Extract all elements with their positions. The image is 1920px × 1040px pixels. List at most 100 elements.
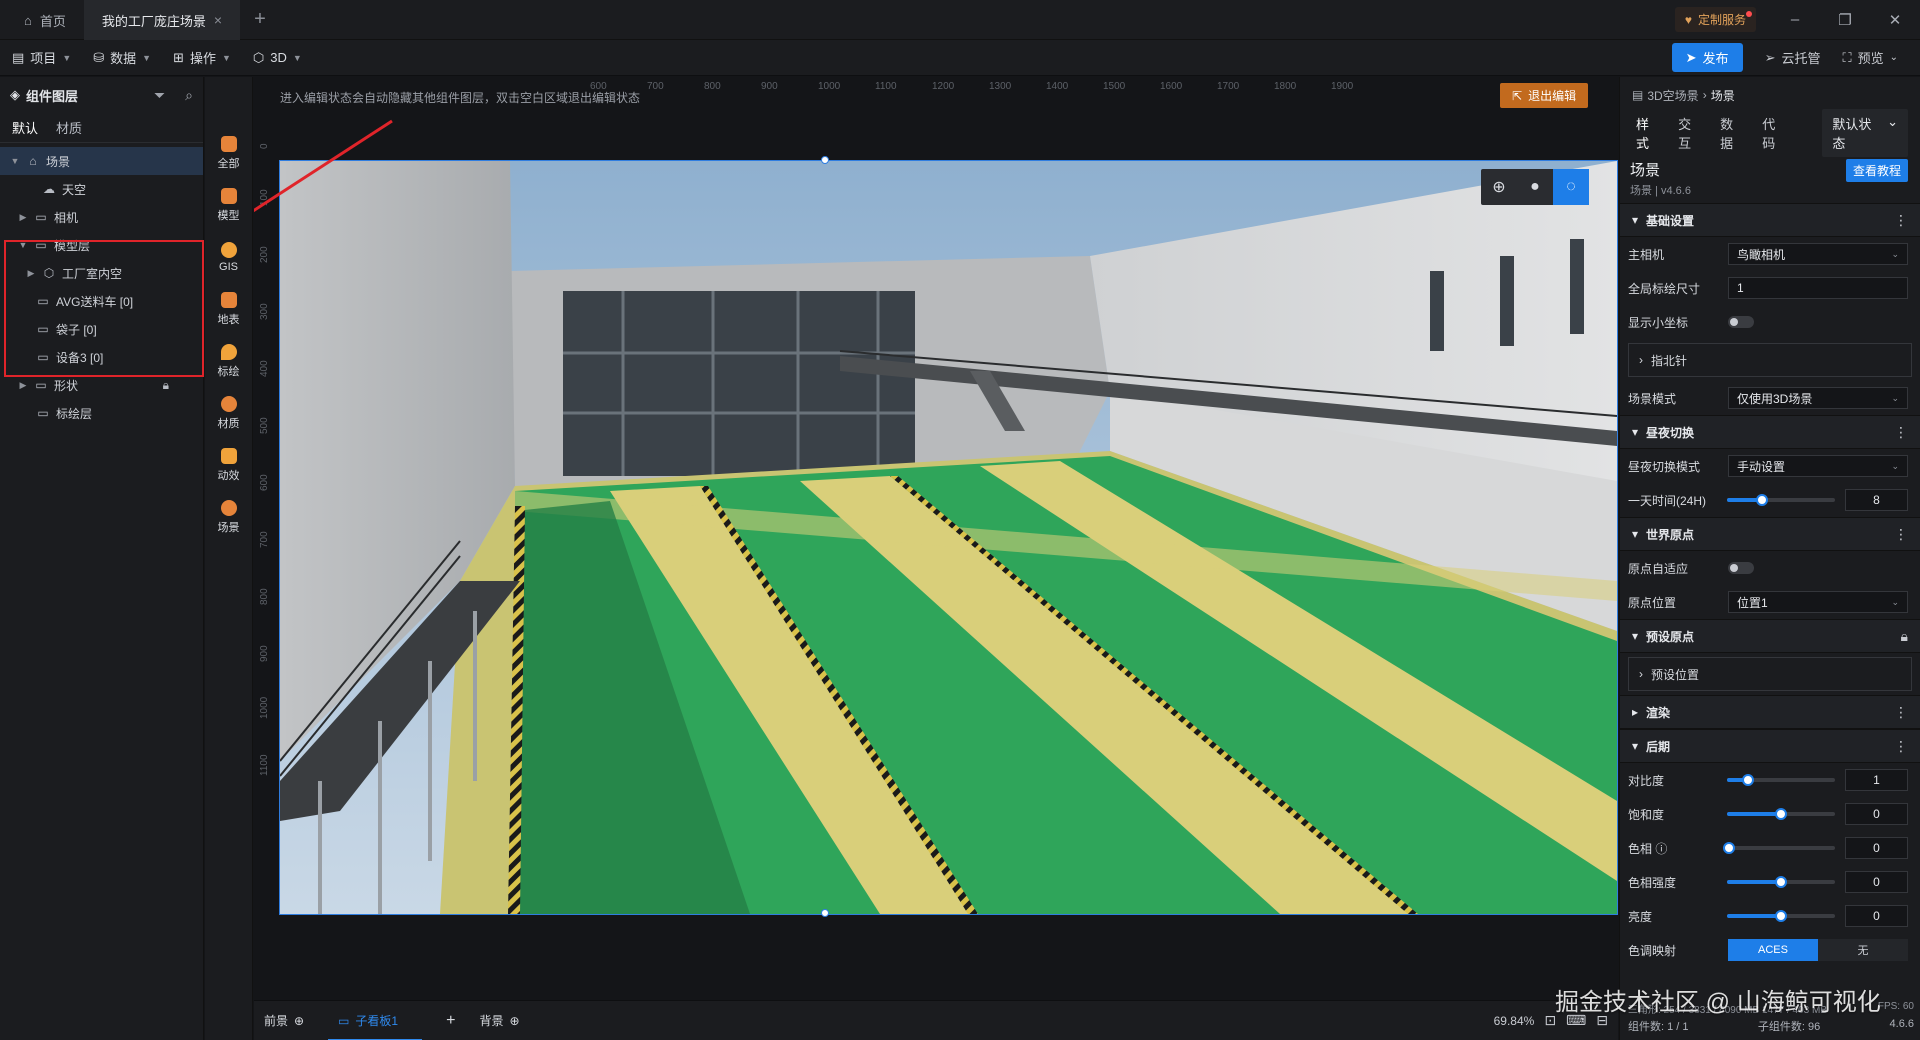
more-icon[interactable]: ⋮: [1894, 526, 1908, 543]
exit-edit-button[interactable]: ⇱ 退出编辑: [1500, 83, 1589, 108]
category-plot[interactable]: 标绘: [205, 335, 252, 387]
tree-node-device3[interactable]: ▭ 设备3 [0]: [0, 343, 203, 371]
filter-icon[interactable]: ⏷: [154, 87, 165, 104]
menu-project[interactable]: ▤ 项目 ▼: [12, 48, 71, 67]
tree-node-scene[interactable]: ▼ ⌂ 场景: [0, 147, 203, 175]
lock-icon[interactable]: 🔒︎: [1901, 628, 1908, 645]
minimize-button[interactable]: –: [1770, 0, 1820, 39]
more-icon[interactable]: ⋮: [1894, 738, 1908, 755]
section-render[interactable]: ▸ 渲染 ⋮: [1620, 695, 1920, 729]
caret-right-icon[interactable]: ▶: [18, 380, 28, 391]
canvas-area[interactable]: 600 700 800 900 1000 1100 1200 1300 1400 1500 1600…: [254, 77, 1618, 1000]
tab-scene[interactable]: 我的工厂庞庄场景 ×: [83, 0, 241, 40]
main-camera-select[interactable]: 鸟瞰相机 ⌄: [1728, 243, 1908, 265]
daytime-slider[interactable]: [1726, 494, 1835, 506]
contrast-slider[interactable]: [1726, 774, 1835, 786]
caret-right-icon[interactable]: ▶: [26, 268, 36, 279]
section-world-origin[interactable]: ▾ 世界原点 ⋮: [1620, 517, 1920, 551]
help-icon[interactable]: ⓘ: [1655, 842, 1667, 856]
preset-position-collapse[interactable]: › 预设位置: [1628, 657, 1912, 691]
tab-home[interactable]: ⌂ 首页: [0, 0, 84, 40]
slider-knob[interactable]: [1742, 774, 1755, 786]
foreground-tab[interactable]: 前景 ⊕: [264, 1012, 304, 1029]
tree-node-bag[interactable]: ▭ 袋子 [0]: [0, 315, 203, 343]
tab-interaction[interactable]: 交互: [1678, 114, 1702, 152]
breadcrumb-parent[interactable]: 3D空场景: [1647, 87, 1698, 104]
contrast-input[interactable]: 1: [1844, 769, 1908, 791]
category-terrain[interactable]: 地表: [205, 283, 252, 335]
hue-slider[interactable]: [1722, 842, 1835, 854]
board-tab-1[interactable]: ▭ 子看板1: [328, 1000, 423, 1040]
tab-style[interactable]: 样式: [1636, 114, 1660, 152]
tonemap-aces[interactable]: ACES: [1728, 939, 1818, 961]
slider-knob[interactable]: [1756, 494, 1769, 506]
tree-node-plot-layer[interactable]: ▭ 标绘层: [0, 399, 203, 427]
category-material[interactable]: 材质: [205, 387, 252, 439]
scene-mode-select[interactable]: 仅使用3D场景 ⌄: [1728, 387, 1908, 409]
tutorial-button[interactable]: 查看教程: [1845, 159, 1908, 182]
tab-data[interactable]: 数据: [1720, 114, 1744, 152]
menu-3d[interactable]: ⬡ 3D ▼: [253, 50, 302, 66]
menu-data[interactable]: ⛁ 数据 ▼: [93, 48, 151, 67]
more-icon[interactable]: ⋮: [1894, 704, 1908, 721]
publish-button[interactable]: ➤ 发布: [1671, 43, 1743, 72]
saturation-input[interactable]: 0: [1844, 803, 1908, 825]
category-gis[interactable]: GIS: [205, 231, 252, 283]
tree-node-factory-interior[interactable]: ▶ ⬡ 工厂室内空: [0, 259, 203, 287]
origin-position-select[interactable]: 位置1 ⌄: [1728, 591, 1908, 613]
state-select[interactable]: 默认状态 ⌄: [1822, 109, 1908, 157]
section-preset-origin[interactable]: ▾ 预设原点 🔒︎: [1620, 619, 1920, 653]
more-icon[interactable]: ⋮: [1894, 424, 1908, 441]
globe-view-icon[interactable]: ⊕: [1481, 169, 1517, 205]
hue-input[interactable]: 0: [1844, 837, 1908, 859]
category-all[interactable]: 全部: [205, 127, 252, 179]
more-icon[interactable]: ⋮: [1894, 212, 1908, 229]
tree-node-shape[interactable]: ▶ ▭ 形状 🔒︎: [0, 371, 203, 399]
close-icon[interactable]: ×: [214, 12, 222, 28]
slider-knob[interactable]: [1774, 910, 1787, 922]
background-tab[interactable]: 背景 ⊕: [479, 1012, 519, 1029]
category-model[interactable]: 模型: [205, 179, 252, 231]
rotate-view-icon[interactable]: ◌: [1553, 169, 1589, 205]
marker-size-input[interactable]: 1: [1728, 277, 1908, 299]
caret-down-icon[interactable]: ▼: [10, 156, 20, 166]
category-scene[interactable]: 场景: [205, 491, 252, 543]
tree-node-agv[interactable]: ▭ AVG送料车 [0]: [0, 287, 203, 315]
origin-adapt-toggle[interactable]: [1728, 562, 1754, 574]
section-post[interactable]: ▾ 后期 ⋮: [1620, 729, 1920, 763]
add-tab-button[interactable]: +: [240, 0, 280, 39]
tree-node-camera[interactable]: ▶ ▭ 相机: [0, 203, 203, 231]
restore-button[interactable]: ❐: [1820, 0, 1870, 39]
tab-default[interactable]: 默认: [12, 118, 38, 137]
add-board-button[interactable]: +: [446, 1012, 455, 1030]
add-circle-icon[interactable]: ⊕: [509, 1014, 519, 1028]
slider-knob[interactable]: [1722, 842, 1735, 854]
section-basic[interactable]: ▾ 基础设置 ⋮: [1620, 203, 1920, 237]
compass-collapse[interactable]: › 指北针: [1628, 343, 1912, 377]
zoom-level[interactable]: 69.84%: [1494, 1014, 1535, 1028]
hue-intensity-slider[interactable]: [1726, 876, 1835, 888]
slider-knob[interactable]: [1774, 808, 1787, 820]
tree-node-sky[interactable]: ☁ 天空: [0, 175, 203, 203]
tonemap-none[interactable]: 无: [1818, 939, 1908, 961]
resize-handle[interactable]: [821, 156, 829, 164]
daynight-mode-select[interactable]: 手动设置 ⌄: [1728, 455, 1908, 477]
preview-button[interactable]: ⛶ 预览 ⌄: [1842, 48, 1898, 67]
tab-material[interactable]: 材质: [56, 118, 82, 137]
menu-operate[interactable]: ⊞ 操作 ▼: [173, 48, 231, 67]
close-window-button[interactable]: ✕: [1870, 0, 1920, 39]
resize-handle[interactable]: [821, 909, 829, 917]
slider-knob[interactable]: [1774, 876, 1787, 888]
custom-service-button[interactable]: ♥ 定制服务: [1674, 7, 1756, 32]
caret-right-icon[interactable]: ▶: [18, 212, 28, 223]
hue-intensity-input[interactable]: 0: [1844, 871, 1908, 893]
show-axis-toggle[interactable]: [1728, 316, 1754, 328]
cloud-hosting-button[interactable]: ➢ 云托管: [1765, 48, 1821, 67]
brightness-slider[interactable]: [1726, 910, 1835, 922]
search-icon[interactable]: ⌕: [185, 87, 193, 104]
tree-node-model-layer[interactable]: ▼ ▭ 模型层: [0, 231, 203, 259]
tab-code[interactable]: 代码: [1762, 114, 1786, 152]
caret-down-icon[interactable]: ▼: [18, 240, 28, 250]
lock-icon[interactable]: 🔒︎: [163, 378, 169, 393]
daytime-input[interactable]: 8: [1844, 489, 1908, 511]
